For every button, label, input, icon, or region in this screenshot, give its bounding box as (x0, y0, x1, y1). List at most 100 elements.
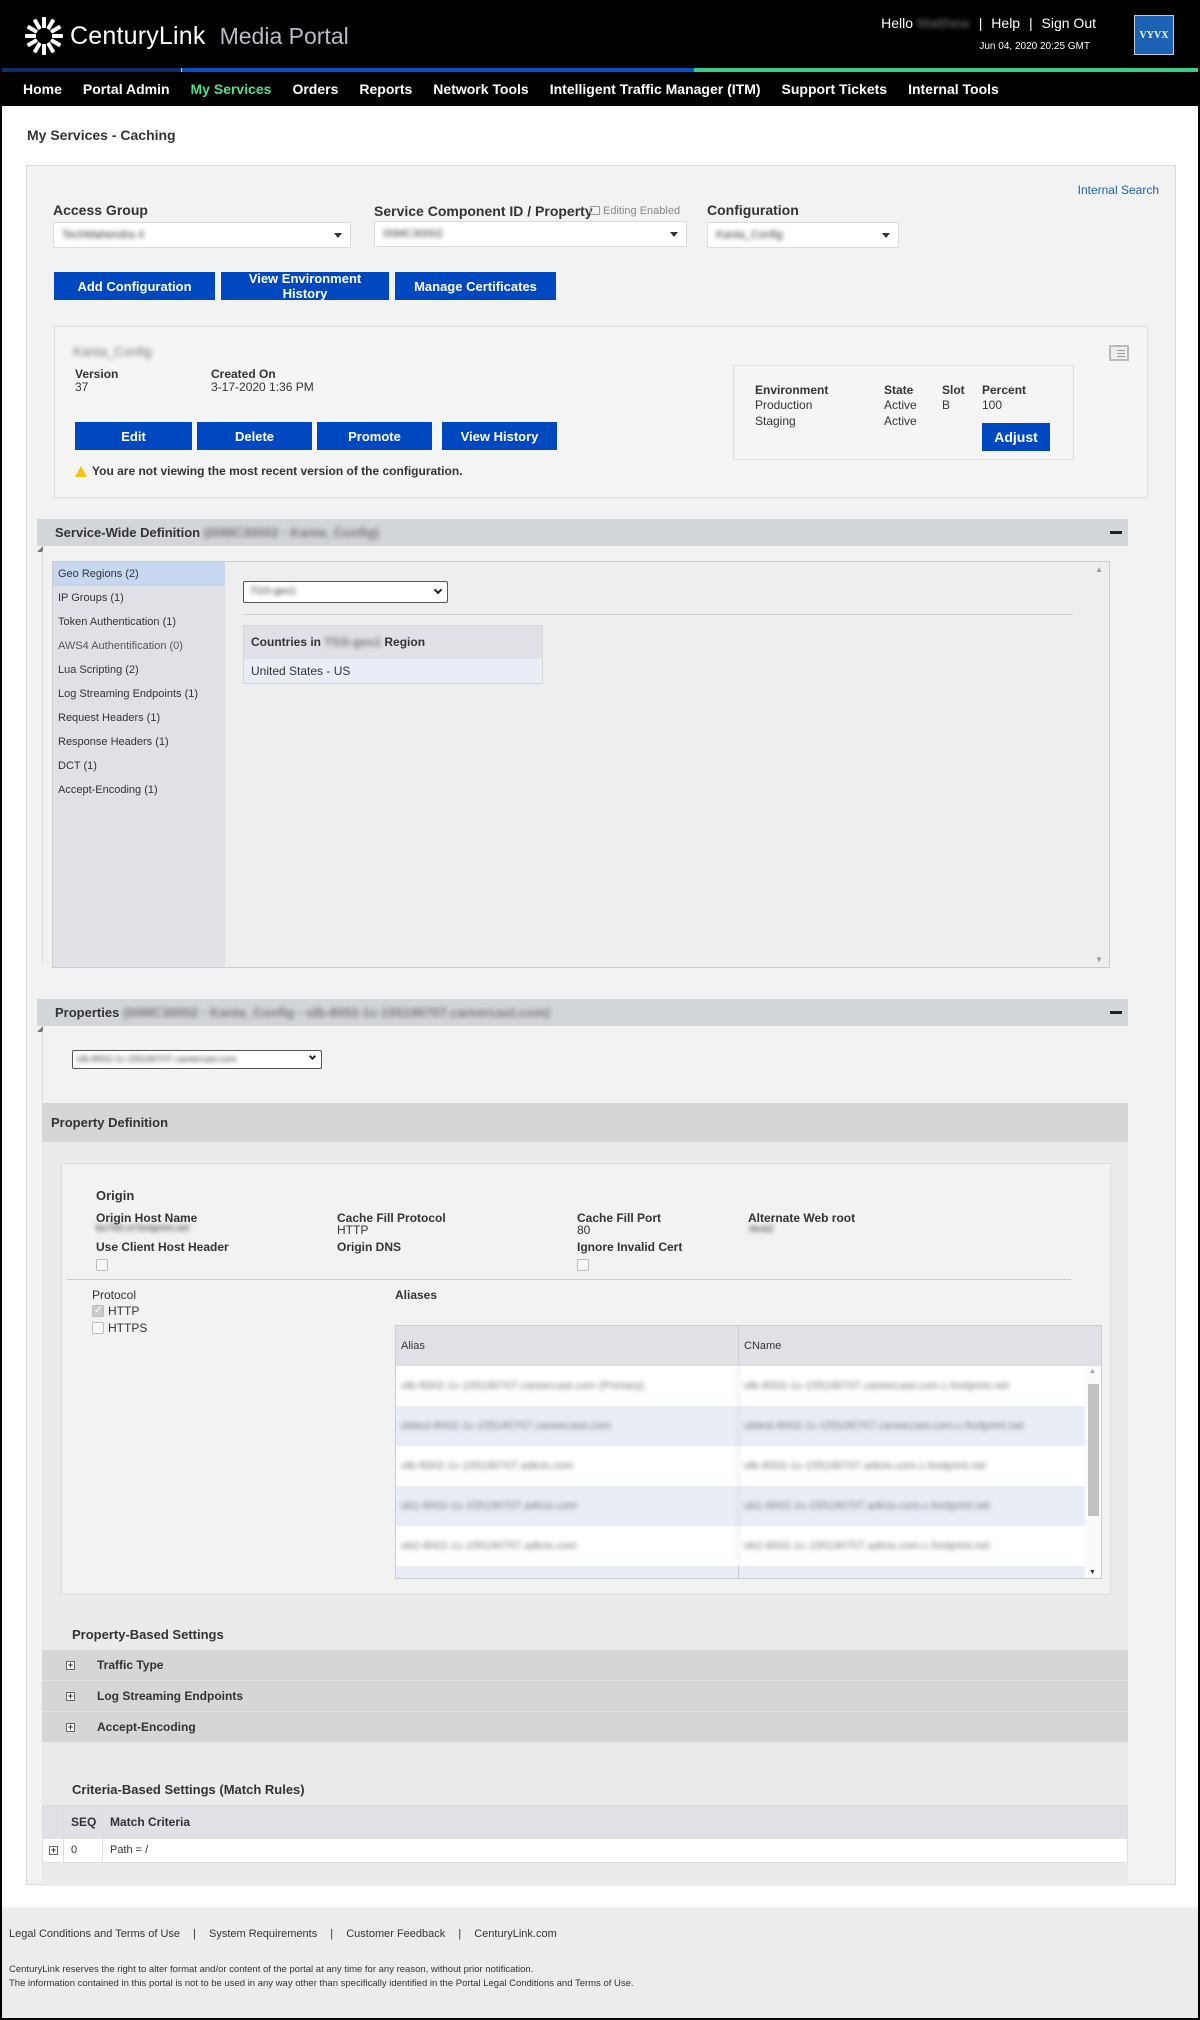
env-production: Production (755, 398, 813, 412)
setting-traffic-type[interactable]: + Traffic Type (42, 1650, 1128, 1681)
menu-request-headers[interactable]: Request Headers (1) (53, 706, 225, 730)
configuration-summary: Kanta_Config Version 37 Created On 3-17-… (54, 326, 1148, 498)
menu-response-headers[interactable]: Response Headers (1) (53, 730, 225, 754)
nav-network-tools[interactable]: Network Tools (433, 81, 528, 97)
customer-feedback-link[interactable]: Customer Feedback (346, 1928, 445, 1940)
use-client-host-header-checkbox[interactable] (96, 1259, 108, 1271)
scroll-up-icon[interactable]: ▲ (1089, 1368, 1096, 1375)
protocol-https-checkbox[interactable] (92, 1322, 104, 1334)
nav-portal-admin[interactable]: Portal Admin (83, 81, 170, 97)
scrollbar-thumb[interactable] (1088, 1384, 1099, 1516)
internal-search-link[interactable]: Internal Search (1078, 183, 1159, 197)
nav-my-services[interactable]: My Services (191, 81, 272, 97)
configuration-select[interactable]: Kanta_Config (707, 222, 899, 248)
sign-out-link[interactable]: Sign Out (1042, 15, 1096, 31)
add-configuration-button[interactable]: Add Configuration (54, 272, 215, 300)
nav-internal-tools[interactable]: Internal Tools (908, 81, 999, 97)
dropdown-arrow-icon (670, 232, 678, 237)
view-history-button[interactable]: View History (442, 422, 557, 450)
menu-ip-groups[interactable]: IP Groups (1) (53, 586, 225, 610)
properties-header[interactable]: Properties (00MC30002 - Kanta_Config - o… (37, 999, 1128, 1026)
setting-log-streaming-endpoints[interactable]: + Log Streaming Endpoints (42, 1681, 1128, 1712)
aliases-table-header: Alias CName (396, 1326, 1101, 1366)
dropdown-arrow-icon (334, 233, 342, 238)
aliases-title: Aliases (395, 1288, 438, 1302)
manage-certificates-button[interactable]: Manage Certificates (395, 272, 556, 300)
env-staging: Staging (755, 414, 796, 428)
centurylink-logo[interactable]: CenturyLink Media Portal (24, 16, 349, 56)
scroll-up-icon[interactable]: ▲ (1095, 565, 1103, 574)
service-wide-header[interactable]: Service-Wide Definition (00MC30002 - Kan… (37, 519, 1128, 546)
vyvx-logo: VYVX (1134, 15, 1174, 55)
country-row: United States - US (244, 659, 542, 683)
expand-icon[interactable]: + (66, 1692, 75, 1701)
divider (243, 614, 1073, 615)
centurylink-com-link[interactable]: CenturyLink.com (474, 1928, 557, 1940)
edit-button[interactable]: Edit (75, 422, 192, 450)
alternate-web-root-value: /test2 (749, 1224, 774, 1235)
scroll-down-icon[interactable]: ▼ (1089, 1569, 1096, 1576)
brand-color-bar (2, 68, 1198, 72)
scid-select[interactable]: 00MC30002 (374, 221, 687, 247)
geo-region-select[interactable]: TGS-geo1 (243, 581, 448, 603)
delete-button[interactable]: Delete (197, 422, 312, 450)
compare-icon[interactable] (1109, 345, 1129, 361)
environment-table: Environment Production Staging State Act… (733, 365, 1074, 460)
property-select[interactable]: olb-8002-1c-155190707.careercast.com (72, 1050, 322, 1069)
adjust-button[interactable]: Adjust (982, 423, 1050, 451)
promote-button[interactable]: Promote (317, 422, 432, 450)
chevron-down-icon (308, 1052, 317, 1061)
separator: | (1028, 15, 1033, 31)
system-requirements-link[interactable]: System Requirements (209, 1928, 317, 1940)
menu-dct[interactable]: DCT (1) (53, 754, 225, 778)
config-name: Kanta_Config (73, 344, 152, 359)
dropdown-arrow-icon (882, 233, 890, 238)
top-header: CenturyLink Media Portal Hello Matthew |… (2, 0, 1198, 68)
menu-token-authentication[interactable]: Token Authentication (1) (53, 610, 225, 634)
expand-icon[interactable]: + (66, 1661, 75, 1670)
alias-row: olb-8002-1c-155190707.adicio.com olb-800… (396, 1446, 1101, 1486)
service-wide-menu: Geo Regions (2) IP Groups (1) Token Auth… (53, 562, 225, 967)
main-nav: Home Portal Admin My Services Orders Rep… (2, 72, 1198, 106)
view-environment-history-button[interactable]: View Environment History (221, 271, 389, 301)
expand-icon[interactable]: + (66, 1723, 75, 1732)
criteria-settings-title: Criteria-Based Settings (Match Rules) (72, 1782, 305, 1797)
expand-icon[interactable]: + (49, 1846, 58, 1855)
help-link[interactable]: Help (991, 15, 1020, 31)
menu-log-streaming-endpoints[interactable]: Log Streaming Endpoints (1) (53, 682, 225, 706)
logo-burst-icon (25, 17, 63, 55)
scroll-down-icon[interactable]: ▼ (1095, 955, 1103, 964)
slot-production: B (942, 398, 951, 412)
menu-lua-scripting[interactable]: Lua Scripting (2) (53, 658, 225, 682)
configuration-label: Configuration (707, 202, 799, 218)
separator: | (978, 15, 983, 31)
nav-support-tickets[interactable]: Support Tickets (782, 81, 888, 97)
menu-geo-regions[interactable]: Geo Regions (2) (53, 562, 225, 586)
footer-disclaimer: CenturyLink reserves the right to alter … (9, 1964, 634, 1989)
nav-home[interactable]: Home (23, 81, 62, 97)
warning-icon (75, 465, 87, 477)
legal-link[interactable]: Legal Conditions and Terms of Use (9, 1928, 180, 1940)
countries-header: Countries in TGS-geo1 Region (244, 626, 542, 659)
menu-aws4-authentication[interactable]: AWS4 Authentification (0) (53, 634, 225, 658)
match-rule-row[interactable]: + 0 Path = / (43, 1839, 1127, 1862)
ignore-invalid-cert-checkbox[interactable] (577, 1259, 589, 1271)
cache-fill-port-value: 80 (577, 1223, 591, 1237)
nav-itm[interactable]: Intelligent Traffic Manager (ITM) (550, 81, 761, 97)
editing-enabled[interactable]: Editing Enabled (590, 205, 680, 217)
aliases-scrollbar[interactable]: ▲ ▼ (1085, 1366, 1101, 1578)
setting-accept-encoding[interactable]: + Accept-Encoding (42, 1712, 1128, 1743)
collapse-icon[interactable] (1110, 531, 1122, 534)
version-value: 37 (75, 380, 89, 394)
collapse-icon[interactable] (1110, 1011, 1122, 1014)
menu-accept-encoding[interactable]: Accept-Encoding (1) (53, 778, 225, 802)
access-group-select[interactable]: TechMahendra 4 (53, 222, 351, 248)
property-based-settings-title: Property-Based Settings (72, 1627, 224, 1642)
nav-reports[interactable]: Reports (359, 81, 412, 97)
state-production: Active (884, 398, 917, 412)
user-box: Hello Matthew | Help | Sign Out Jun 04, … (881, 15, 1096, 52)
protocol-http-checkbox[interactable] (92, 1303, 104, 1317)
footer: Legal Conditions and Terms of Use | Syst… (2, 1907, 1198, 2018)
footer-links: Legal Conditions and Terms of Use | Syst… (9, 1928, 557, 1940)
nav-orders[interactable]: Orders (292, 81, 338, 97)
